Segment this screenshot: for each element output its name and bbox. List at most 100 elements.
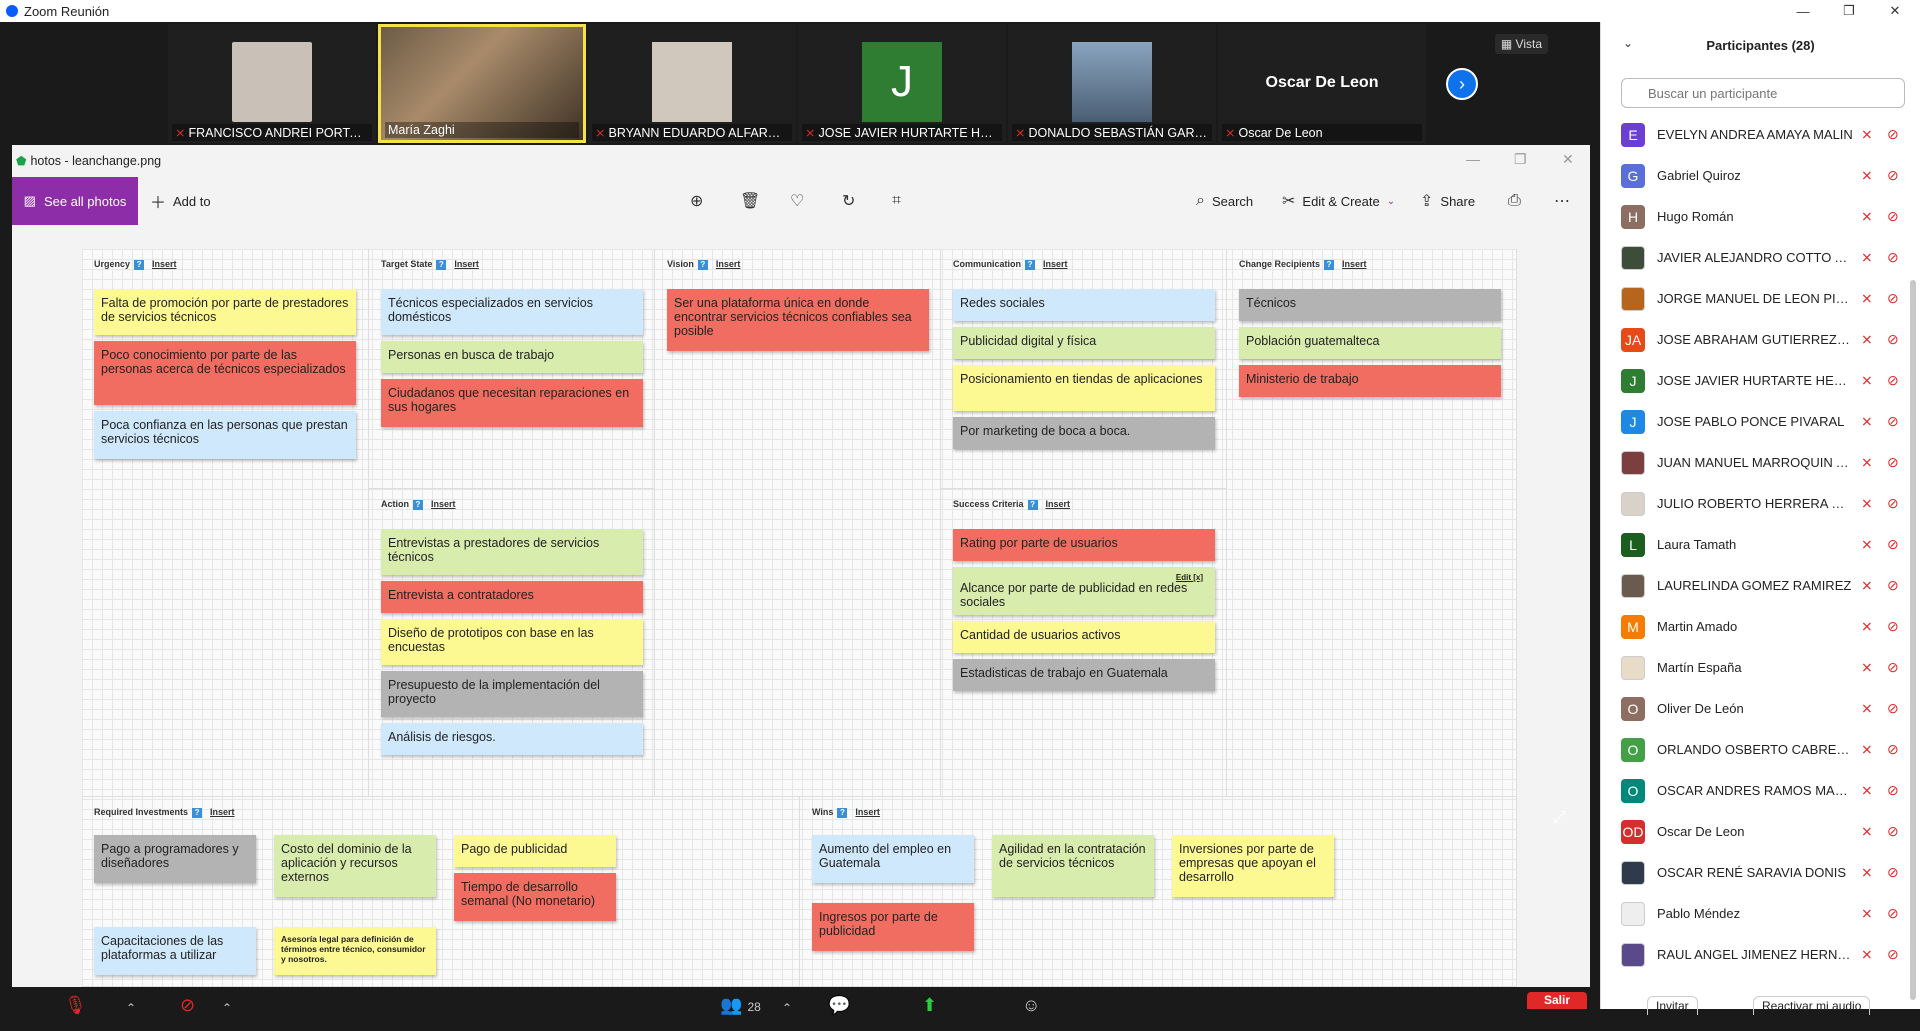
delete-button[interactable]: 🗑 <box>740 177 760 225</box>
video-tile[interactable]: ⨯ FRANCISCO ANDREI PORTALE... <box>168 24 376 143</box>
restore-button[interactable]: ❐ <box>1826 0 1872 22</box>
video-off-icon[interactable]: ⊘ <box>180 995 195 1016</box>
see-all-photos-button[interactable]: ▨ See all photos <box>12 177 138 225</box>
chat-icon[interactable]: 💬 <box>828 995 850 1016</box>
sticky-note[interactable]: Aumento del empleo en Guatemala <box>812 835 974 883</box>
favorite-button[interactable]: ♡ <box>790 177 804 225</box>
invite-button[interactable]: Invitar <box>1647 996 1698 1015</box>
sticky-note[interactable]: Poca confianza en las personas que prest… <box>94 411 356 459</box>
sticky-note[interactable]: Diseño de prototipos con base en las enc… <box>381 619 643 665</box>
scrollbar[interactable] <box>1910 280 1916 1000</box>
sticky-note[interactable]: Ministerio de trabajo <box>1239 365 1501 397</box>
insert-link[interactable]: Insert <box>454 259 479 269</box>
participant-row[interactable]: Martín España ⨯ ⊘ <box>1601 647 1911 688</box>
unmute-me-button[interactable]: Reactivar mi audio <box>1753 996 1871 1015</box>
sticky-note[interactable]: Estadisticas de trabajo en Guatemala <box>953 659 1215 691</box>
sticky-note[interactable]: Costo del dominio de la aplicación y rec… <box>274 835 436 897</box>
remove-link[interactable]: [x] <box>1193 573 1203 582</box>
help-icon[interactable]: ? <box>134 260 145 270</box>
participant-row[interactable]: JORGE MANUEL DE LEON PINE... ⨯ ⊘ <box>1601 278 1911 319</box>
sticky-note[interactable]: Edit [x] Alcance por parte de publicidad… <box>953 567 1215 615</box>
sticky-note[interactable]: Entrevista a contratadores <box>381 581 643 613</box>
sticky-note[interactable]: Tiempo de desarrollo semanal (No monetar… <box>454 873 616 921</box>
participant-row[interactable]: OD Oscar De Leon ⨯ ⊘ <box>1601 811 1911 852</box>
sticky-note[interactable]: Asesoría legal para definición de términ… <box>274 927 436 975</box>
sticky-note[interactable]: Ingresos por parte de publicidad <box>812 903 974 951</box>
participant-row[interactable]: H Hugo Román ⨯ ⊘ <box>1601 196 1911 237</box>
sticky-note[interactable]: Entrevistas a prestadores de servicios t… <box>381 529 643 575</box>
help-icon[interactable]: ? <box>1027 500 1038 510</box>
search-button[interactable]: ⌕ Search <box>1196 177 1253 225</box>
insert-link[interactable]: Insert <box>152 259 177 269</box>
participant-row[interactable]: O ORLANDO OSBERTO CABRERA ... ⨯ ⊘ <box>1601 729 1911 770</box>
video-tile-active-speaker[interactable]: María Zaghi <box>378 24 586 143</box>
sticky-note[interactable]: Pago de publicidad <box>454 835 616 867</box>
close-button[interactable]: ✕ <box>1872 0 1918 22</box>
video-tile[interactable]: ⨯ BRYANN EDUARDO ALFARO ... <box>588 24 796 143</box>
participant-row[interactable]: RAUL ANGEL JIMENEZ HERNAN... ⨯ ⊘ <box>1601 934 1911 975</box>
sticky-note[interactable]: Poco conocimiento por parte de las perso… <box>94 341 356 405</box>
view-button[interactable]: ▦ Vista <box>1494 34 1548 54</box>
sticky-note[interactable]: Inversiones por parte de empresas que ap… <box>1172 835 1334 897</box>
chevron-up-icon[interactable]: ⌃ <box>126 1001 136 1015</box>
help-icon[interactable]: ? <box>837 808 848 818</box>
zoom-in-button[interactable]: ⊕ <box>690 177 703 225</box>
sticky-note[interactable]: Presupuesto de la implementación del pro… <box>381 671 643 717</box>
sticky-note[interactable]: Técnicos especializados en servicios dom… <box>381 289 643 335</box>
leave-button[interactable]: Salir <box>1527 992 1587 1009</box>
participant-row[interactable]: E EVELYN ANDREA AMAYA MALIN ⨯ ⊘ <box>1601 114 1911 155</box>
expand-icon[interactable]: ⤢ <box>1553 809 1566 827</box>
participant-row[interactable]: O Oliver De León ⨯ ⊘ <box>1601 688 1911 729</box>
next-page-button[interactable]: › <box>1446 68 1478 100</box>
participant-row[interactable]: J JOSE JAVIER HURTARTE HERNA... ⨯ ⊘ <box>1601 360 1911 401</box>
participant-row[interactable]: JA JOSE ABRAHAM GUTIERREZ CO... ⨯ ⊘ <box>1601 319 1911 360</box>
participant-row[interactable]: JULIO ROBERTO HERRERA SABAN ⨯ ⊘ <box>1601 483 1911 524</box>
participant-row[interactable]: O OSCAR ANDRES RAMOS MALD... ⨯ ⊘ <box>1601 770 1911 811</box>
insert-link[interactable]: Insert <box>1046 499 1071 509</box>
rotate-button[interactable]: ↻ <box>842 177 855 225</box>
more-options-button[interactable]: ⋯ <box>1554 177 1570 225</box>
crop-button[interactable]: ⌗ <box>892 177 901 225</box>
participant-row[interactable]: Pablo Méndez ⨯ ⊘ <box>1601 893 1911 934</box>
add-to-button[interactable]: ＋ Add to <box>150 177 211 225</box>
help-icon[interactable]: ? <box>1324 260 1335 270</box>
participant-row[interactable]: M Martin Amado ⨯ ⊘ <box>1601 606 1911 647</box>
participant-search-input[interactable] <box>1621 78 1905 108</box>
sticky-note[interactable]: Falta de promoción por parte de prestado… <box>94 289 356 335</box>
share-button[interactable]: ⇪ Share <box>1420 177 1475 225</box>
sticky-note[interactable]: Técnicos <box>1239 289 1501 321</box>
participants-button[interactable]: 👥 28 <box>720 995 761 1016</box>
video-tile[interactable]: J ⨯ JOSE JAVIER HURTARTE HERN... <box>798 24 1006 143</box>
mic-muted-icon[interactable]: 🎙 <box>64 995 87 1016</box>
minimize-button[interactable]: — <box>1780 0 1826 22</box>
participant-row[interactable]: JAVIER ALEJANDRO COTTO ARG... ⨯ ⊘ <box>1601 237 1911 278</box>
sticky-note[interactable]: Rating por parte de usuarios <box>953 529 1215 561</box>
insert-link[interactable]: Insert <box>855 807 880 817</box>
participant-row[interactable]: L Laura Tamath ⨯ ⊘ <box>1601 524 1911 565</box>
sticky-note[interactable]: Ciudadanos que necesitan reparaciones en… <box>381 379 643 427</box>
reactions-icon[interactable]: ☺ <box>1022 995 1040 1016</box>
sticky-note[interactable]: Población guatemalteca <box>1239 327 1501 359</box>
sticky-note[interactable]: Publicidad digital y física <box>953 327 1215 359</box>
insert-link[interactable]: Insert <box>1043 259 1068 269</box>
chevron-up-icon[interactable]: ⌃ <box>782 1001 792 1015</box>
sticky-note[interactable]: Redes sociales <box>953 289 1215 321</box>
insert-link[interactable]: Insert <box>431 499 456 509</box>
participant-row[interactable]: J JOSE PABLO PONCE PIVARAL ⨯ ⊘ <box>1601 401 1911 442</box>
video-tile[interactable]: Oscar De Leon ⨯ Oscar De Leon <box>1218 24 1426 143</box>
edit-create-button[interactable]: ✂ Edit & Create ⌄ <box>1282 177 1395 225</box>
participant-row[interactable]: LAURELINDA GOMEZ RAMIREZ ⨯ ⊘ <box>1601 565 1911 606</box>
minimize-icon[interactable]: — <box>1466 151 1480 167</box>
close-icon[interactable]: ✕ <box>1562 151 1574 168</box>
help-icon[interactable]: ? <box>413 500 423 510</box>
help-icon[interactable]: ? <box>697 260 708 270</box>
chevron-up-icon[interactable]: ⌃ <box>222 1001 232 1015</box>
participant-row[interactable]: JUAN MANUEL MARROQUIN A... ⨯ ⊘ <box>1601 442 1911 483</box>
sticky-note[interactable]: Pago a programadores y diseñadores <box>94 835 256 883</box>
restore-icon[interactable]: ❐ <box>1514 151 1527 168</box>
sticky-note[interactable]: Análisis de riesgos. <box>381 723 643 755</box>
sticky-note[interactable]: Ser una plataforma única en donde encont… <box>667 289 929 351</box>
participant-row[interactable]: OSCAR RENÉ SARAVIA DONIS ⨯ ⊘ <box>1601 852 1911 893</box>
insert-link[interactable]: Insert <box>716 259 741 269</box>
sticky-note[interactable]: Agilidad en la contratación de servicios… <box>992 835 1154 897</box>
